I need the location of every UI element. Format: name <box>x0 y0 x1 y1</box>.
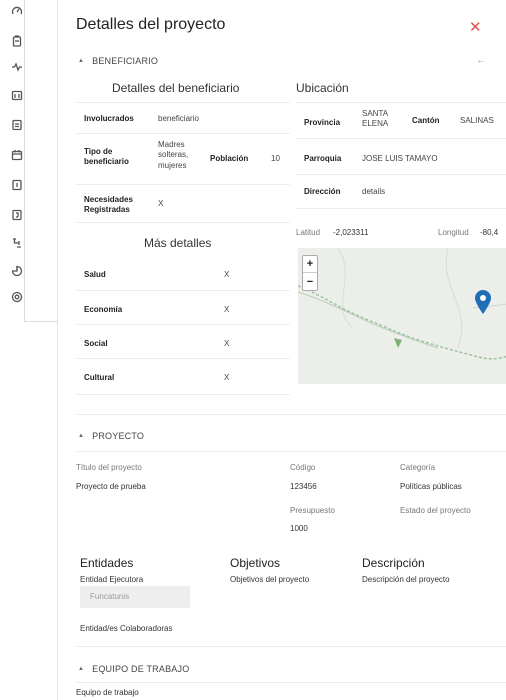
entidad-ejecutora-field: Funcatunis <box>80 586 190 608</box>
equipo-value: Equipo de trabajo <box>76 688 139 697</box>
divider <box>76 646 506 647</box>
poblacion-value: 10 <box>271 154 280 163</box>
descripcion-title: Descripción <box>362 556 425 570</box>
divider <box>76 451 506 452</box>
involucrados-value: beneficiario <box>158 114 199 123</box>
project-details-panel: Detalles del proyecto ✕ ▲ BENEFICIARIO ←… <box>60 0 506 700</box>
gauge-icon[interactable] <box>6 0 28 22</box>
map-terrain <box>298 248 506 384</box>
divider <box>76 414 506 415</box>
involucrados-label: Involucrados <box>84 114 134 123</box>
cultural-value: X <box>224 373 230 382</box>
entidades-title: Entidades <box>80 556 134 570</box>
map-pin-icon[interactable] <box>474 289 492 315</box>
mas-detalles-title: Más detalles <box>144 236 212 250</box>
social-label: Social <box>84 339 108 348</box>
settings-icon[interactable] <box>6 286 28 308</box>
objetivos-value: Objetivos del proyecto <box>230 575 310 584</box>
page-title: Detalles del proyecto <box>76 16 226 33</box>
divider <box>76 290 290 291</box>
estado-label: Estado del proyecto <box>400 506 471 515</box>
equipo-section-label: EQUIPO DE TRABAJO <box>92 664 190 674</box>
location-map[interactable] <box>298 248 506 384</box>
provincia-label: Provincia <box>304 118 341 127</box>
provincia-value: SANTA ELENA <box>362 109 389 129</box>
canton-label: Cantón <box>412 116 440 125</box>
divider <box>76 102 290 103</box>
entidad-ejecutora-value: Funcatunis <box>90 592 130 601</box>
poblacion-label: Población <box>210 154 249 163</box>
codigo-label: Código <box>290 463 316 472</box>
latitud-label: Latitud <box>296 228 321 237</box>
salud-value: X <box>224 270 230 279</box>
pulse-icon[interactable] <box>6 56 28 78</box>
direccion-label: Dirección <box>304 187 341 196</box>
map-zoom-control: + − <box>302 255 318 291</box>
sitemap-icon[interactable] <box>6 232 28 254</box>
titulo-label: Título del proyecto <box>76 463 142 472</box>
arrow-left-icon[interactable]: ← <box>476 55 486 66</box>
categoria-label: Categoría <box>400 463 436 472</box>
user-badge-icon[interactable] <box>6 204 28 226</box>
beneficiario-details-title: Detalles del beneficiario <box>112 81 240 95</box>
divider <box>76 184 290 185</box>
beneficiario-section-label: BENEFICIARIO <box>92 56 159 66</box>
canton-value: SALINAS <box>460 116 494 125</box>
left-sidebar <box>0 0 58 700</box>
ubicacion-title: Ubicación <box>296 81 349 95</box>
divider <box>296 138 506 139</box>
divider <box>76 222 290 223</box>
necesidades-value: X <box>158 199 164 208</box>
caret-up-icon: ▲ <box>78 433 85 439</box>
tipo-beneficiario-value: Madres solteras, mujeres <box>158 140 189 170</box>
divider <box>296 102 506 103</box>
divider <box>76 133 290 134</box>
necesidades-label: Necesidades Registradas <box>84 195 133 214</box>
latitud-value: -2,023311 <box>333 228 369 237</box>
document-icon[interactable] <box>6 114 28 136</box>
folder-icon[interactable] <box>6 84 28 106</box>
clipboard-icon[interactable] <box>6 30 28 52</box>
calendar-icon[interactable] <box>6 144 28 166</box>
sidebar-frame <box>24 0 58 322</box>
parroquia-label: Parroquia <box>304 154 342 163</box>
divider <box>296 174 506 175</box>
pie-chart-icon[interactable] <box>6 260 28 282</box>
categoria-value: Políticas públicas <box>400 482 462 491</box>
longitud-value: -80,4 <box>480 228 499 237</box>
direccion-value: details <box>362 187 386 196</box>
divider <box>76 324 290 325</box>
divider <box>296 208 506 209</box>
caret-up-icon: ▲ <box>78 666 85 672</box>
proyecto-section-header[interactable]: ▲ PROYECTO <box>78 431 144 441</box>
close-icon[interactable]: ✕ <box>469 20 482 35</box>
zoom-out-button[interactable]: − <box>303 273 317 290</box>
objetivos-title: Objetivos <box>230 556 281 570</box>
longitud-label: Longitud <box>438 228 469 237</box>
caret-up-icon: ▲ <box>78 58 85 64</box>
entidades-colaboradoras-label: Entidad/es Colaboradoras <box>80 624 173 633</box>
proyecto-section-label: PROYECTO <box>92 431 145 441</box>
salud-label: Salud <box>84 270 106 279</box>
presupuesto-label: Presupuesto <box>290 506 335 515</box>
divider <box>76 394 290 395</box>
descripcion-value: Descripción del proyecto <box>362 575 450 584</box>
divider <box>76 358 290 359</box>
tipo-beneficiario-label: Tipo de beneficiario <box>84 147 129 166</box>
parroquia-value: JOSE LUIS TAMAYO <box>362 154 438 163</box>
economia-label: Economía <box>84 305 123 314</box>
social-value: X <box>224 339 230 348</box>
entidad-ejecutora-label: Entidad Ejecutora <box>80 575 144 584</box>
economia-value: X <box>224 305 230 314</box>
beneficiario-section-header[interactable]: ▲ BENEFICIARIO <box>78 56 158 66</box>
zoom-in-button[interactable]: + <box>303 256 317 273</box>
list-icon[interactable] <box>6 174 28 196</box>
equipo-section-header[interactable]: ▲ EQUIPO DE TRABAJO <box>78 664 189 674</box>
divider <box>76 682 506 683</box>
codigo-value: 123456 <box>290 482 317 491</box>
cultural-label: Cultural <box>84 373 115 382</box>
presupuesto-value: 1000 <box>290 524 308 533</box>
titulo-value: Proyecto de prueba <box>76 482 146 491</box>
